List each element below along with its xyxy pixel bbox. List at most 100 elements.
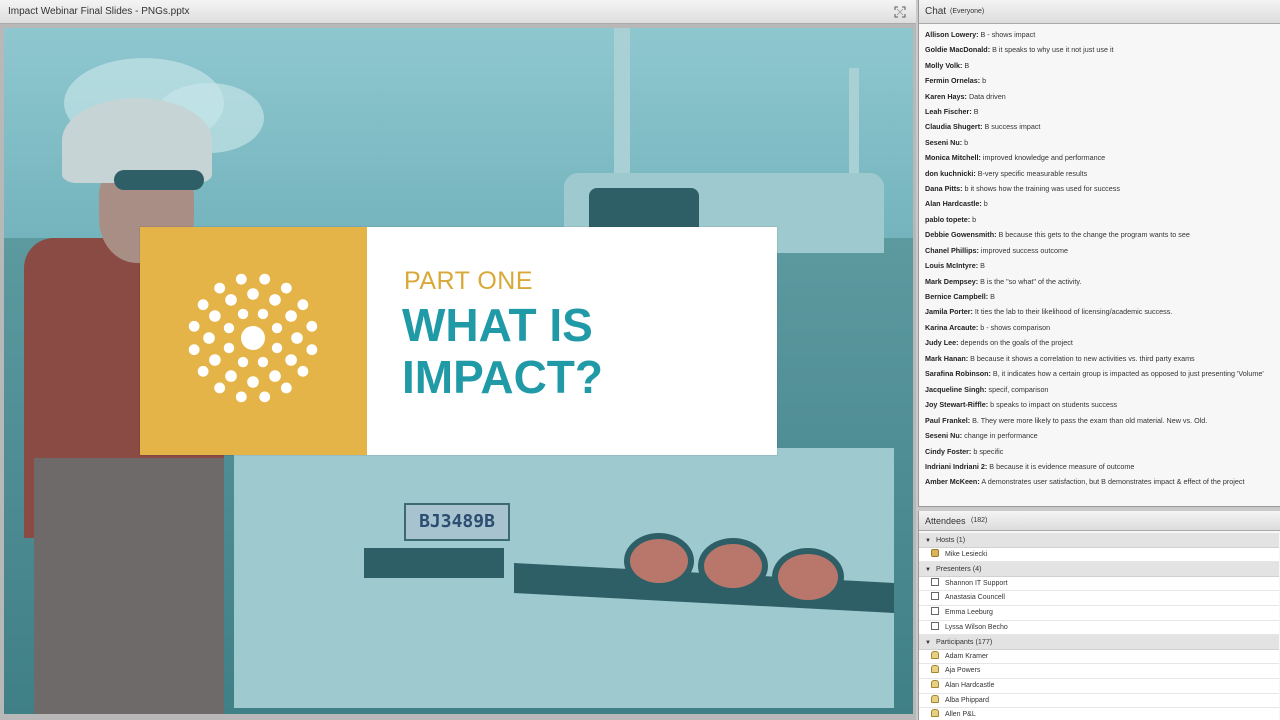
attendee-name: Alba Phippard xyxy=(945,696,989,704)
chat-message: Debbie Gowensmith: B because this gets t… xyxy=(925,227,1275,242)
attendee-group-label: Participants (177) xyxy=(935,637,993,647)
chat-message-text: B - shows impact xyxy=(978,30,1036,39)
chat-message: Judy Lee: depends on the goals of the pr… xyxy=(925,335,1275,350)
chat-scope-label[interactable]: (Everyone) xyxy=(950,8,984,15)
share-pod-titlebar: Impact Webinar Final Slides - PNGs.pptx xyxy=(0,0,916,24)
attendee-group-host[interactable]: ▼ Hosts (1) xyxy=(919,533,1279,548)
icon-dot xyxy=(247,376,259,388)
attendee-row[interactable]: Allen P&L xyxy=(919,708,1279,720)
icon-dot xyxy=(223,342,235,354)
chat-sender-name: Karina Arcaute: xyxy=(925,322,979,332)
icon-dot xyxy=(306,320,318,332)
chat-message-text: B success impact xyxy=(982,122,1041,132)
expand-triangle-icon[interactable]: ▼ xyxy=(925,636,931,651)
icon-dot xyxy=(197,365,209,377)
icon-dot xyxy=(257,308,269,320)
icon-dot xyxy=(214,382,226,394)
icon-dot xyxy=(259,391,271,403)
attendee-row[interactable]: Aja Powers xyxy=(919,664,1279,679)
chat-message: Sarafina Robinson: B, it indicates how a… xyxy=(925,366,1275,382)
icon-dot xyxy=(203,332,215,344)
attendee-list[interactable]: ▼ Hosts (1) Mike Lesiecki ▼ Presenters (4) Sh… xyxy=(919,533,1279,720)
truck-tail-light xyxy=(698,538,768,594)
chat-sender-name: Monica Mitchell: xyxy=(925,153,981,163)
participant-role-icon xyxy=(931,679,939,688)
chat-message: Molly Volk: B xyxy=(925,58,1275,73)
maximize-icon[interactable] xyxy=(894,6,906,18)
chat-message-text: change in performance xyxy=(962,431,1038,441)
attendee-row[interactable]: Adam Kramer xyxy=(919,649,1279,665)
expand-triangle-icon[interactable]: ▼ xyxy=(925,534,931,549)
icon-dot xyxy=(306,344,318,356)
icon-dot xyxy=(291,332,303,344)
chat-message: Allison Lowery: B - shows impact xyxy=(925,27,1275,42)
chat-message-text: b specific xyxy=(971,446,1004,456)
chat-message-text: b xyxy=(980,76,987,86)
attendee-row[interactable]: Anastasia Councell xyxy=(919,591,1279,606)
chat-message-text: specif, comparison xyxy=(986,384,1049,394)
icon-dot xyxy=(280,382,292,394)
adobe-connect-meeting-room: Impact Webinar Final Slides - PNGs.pptx … xyxy=(0,0,1280,720)
icon-dot xyxy=(188,344,200,356)
attendee-name: Aja Powers xyxy=(945,667,981,675)
chat-message-text: B xyxy=(978,261,985,271)
attendee-name: Shannon IT Support xyxy=(945,579,1008,587)
chat-message-list[interactable]: Allison Lowery: B - shows impact Goldie M… xyxy=(925,27,1275,490)
chat-message-text: B. They were more likely to pass the exa… xyxy=(970,415,1208,425)
icon-dot xyxy=(225,294,237,306)
expand-triangle-icon[interactable]: ▼ xyxy=(925,563,931,578)
chat-message: Mark Hanan: B because it shows a correla… xyxy=(925,351,1275,366)
chat-message: Indriani Indriani 2: B because it is evi… xyxy=(925,459,1275,474)
chat-sender-name: Claudia Shugert: xyxy=(925,122,983,132)
attendee-row[interactable]: Mike Lesiecki xyxy=(919,547,1279,563)
share-pod: Impact Webinar Final Slides - PNGs.pptx … xyxy=(0,0,916,720)
attendee-group-presenter[interactable]: ▼ Presenters (4) xyxy=(919,562,1279,577)
icon-dot xyxy=(271,342,283,354)
participant-role-icon xyxy=(931,694,939,703)
icon-dot xyxy=(257,356,269,368)
chat-sender-name: Allison Lowery: xyxy=(925,30,979,39)
chat-message-text: B, it indicates how a certain group is i… xyxy=(990,368,1264,378)
chat-sender-name: Dana Pitts: xyxy=(925,184,963,194)
chat-message-text: b speaks to impact on students success xyxy=(988,400,1118,410)
chat-message-text: B because it shows a correlation to new … xyxy=(968,353,1195,363)
chat-message-text: depends on the goals of the project xyxy=(958,338,1073,348)
chat-sender-name: Debbie Gowensmith: xyxy=(925,230,997,240)
section-kicker: PART ONE xyxy=(404,267,534,295)
chat-message-text: B because this gets to the change the pr… xyxy=(996,230,1190,240)
icon-dot xyxy=(271,322,283,334)
icon-dot xyxy=(259,273,271,285)
participant-role-icon xyxy=(931,650,939,659)
section-title: WHAT IS IMPACT? xyxy=(402,299,604,403)
chat-sender-name: Indriani Indriani 2: xyxy=(925,461,988,471)
presenter-role-icon xyxy=(931,577,939,586)
attendee-row[interactable]: Lyssa Wilson Becho xyxy=(919,620,1279,636)
icon-dot xyxy=(225,370,237,382)
host-role-icon xyxy=(931,548,939,557)
presenter-role-icon xyxy=(931,621,939,630)
chat-message: Mark Dempsey: B is the "so what" of the … xyxy=(925,274,1275,289)
chat-sender-name: Jacqueline Singh: xyxy=(925,384,987,394)
participant-role-icon xyxy=(931,665,939,674)
chat-message-text: improved knowledge and performance xyxy=(980,153,1106,163)
chat-message: Seseni Nu: b xyxy=(925,135,1275,150)
attendee-group-participant[interactable]: ▼ Participants (177) xyxy=(919,635,1279,650)
chat-sender-name: Louis McIntyre: xyxy=(925,261,979,271)
attendees-pod-header: Attendees (182) xyxy=(919,511,1280,531)
icon-dot xyxy=(297,299,309,311)
chat-sender-name: Fermin Ornelas: xyxy=(925,76,981,86)
slide-canvas: BJ3489B PART ONE WHAT IS IMPACT? xyxy=(4,28,913,714)
chat-message: Karen Hays: Data driven xyxy=(925,89,1275,104)
attendees-count: (182) xyxy=(971,517,988,524)
attendee-row[interactable]: Alan Hardcastle xyxy=(919,678,1279,694)
chat-sender-name: Sarafina Robinson: xyxy=(925,368,991,378)
icon-dot xyxy=(214,282,226,294)
presenter-role-icon xyxy=(931,592,939,601)
icon-dot xyxy=(247,288,259,300)
icon-dot xyxy=(209,310,221,322)
chat-message-text: B xyxy=(962,60,970,70)
attendee-row[interactable]: Alba Phippard xyxy=(919,693,1279,709)
attendee-row[interactable]: Emma Leeburg xyxy=(919,605,1279,621)
attendee-row[interactable]: Shannon IT Support xyxy=(919,576,1279,592)
attendee-name: Emma Leeburg xyxy=(945,608,993,616)
